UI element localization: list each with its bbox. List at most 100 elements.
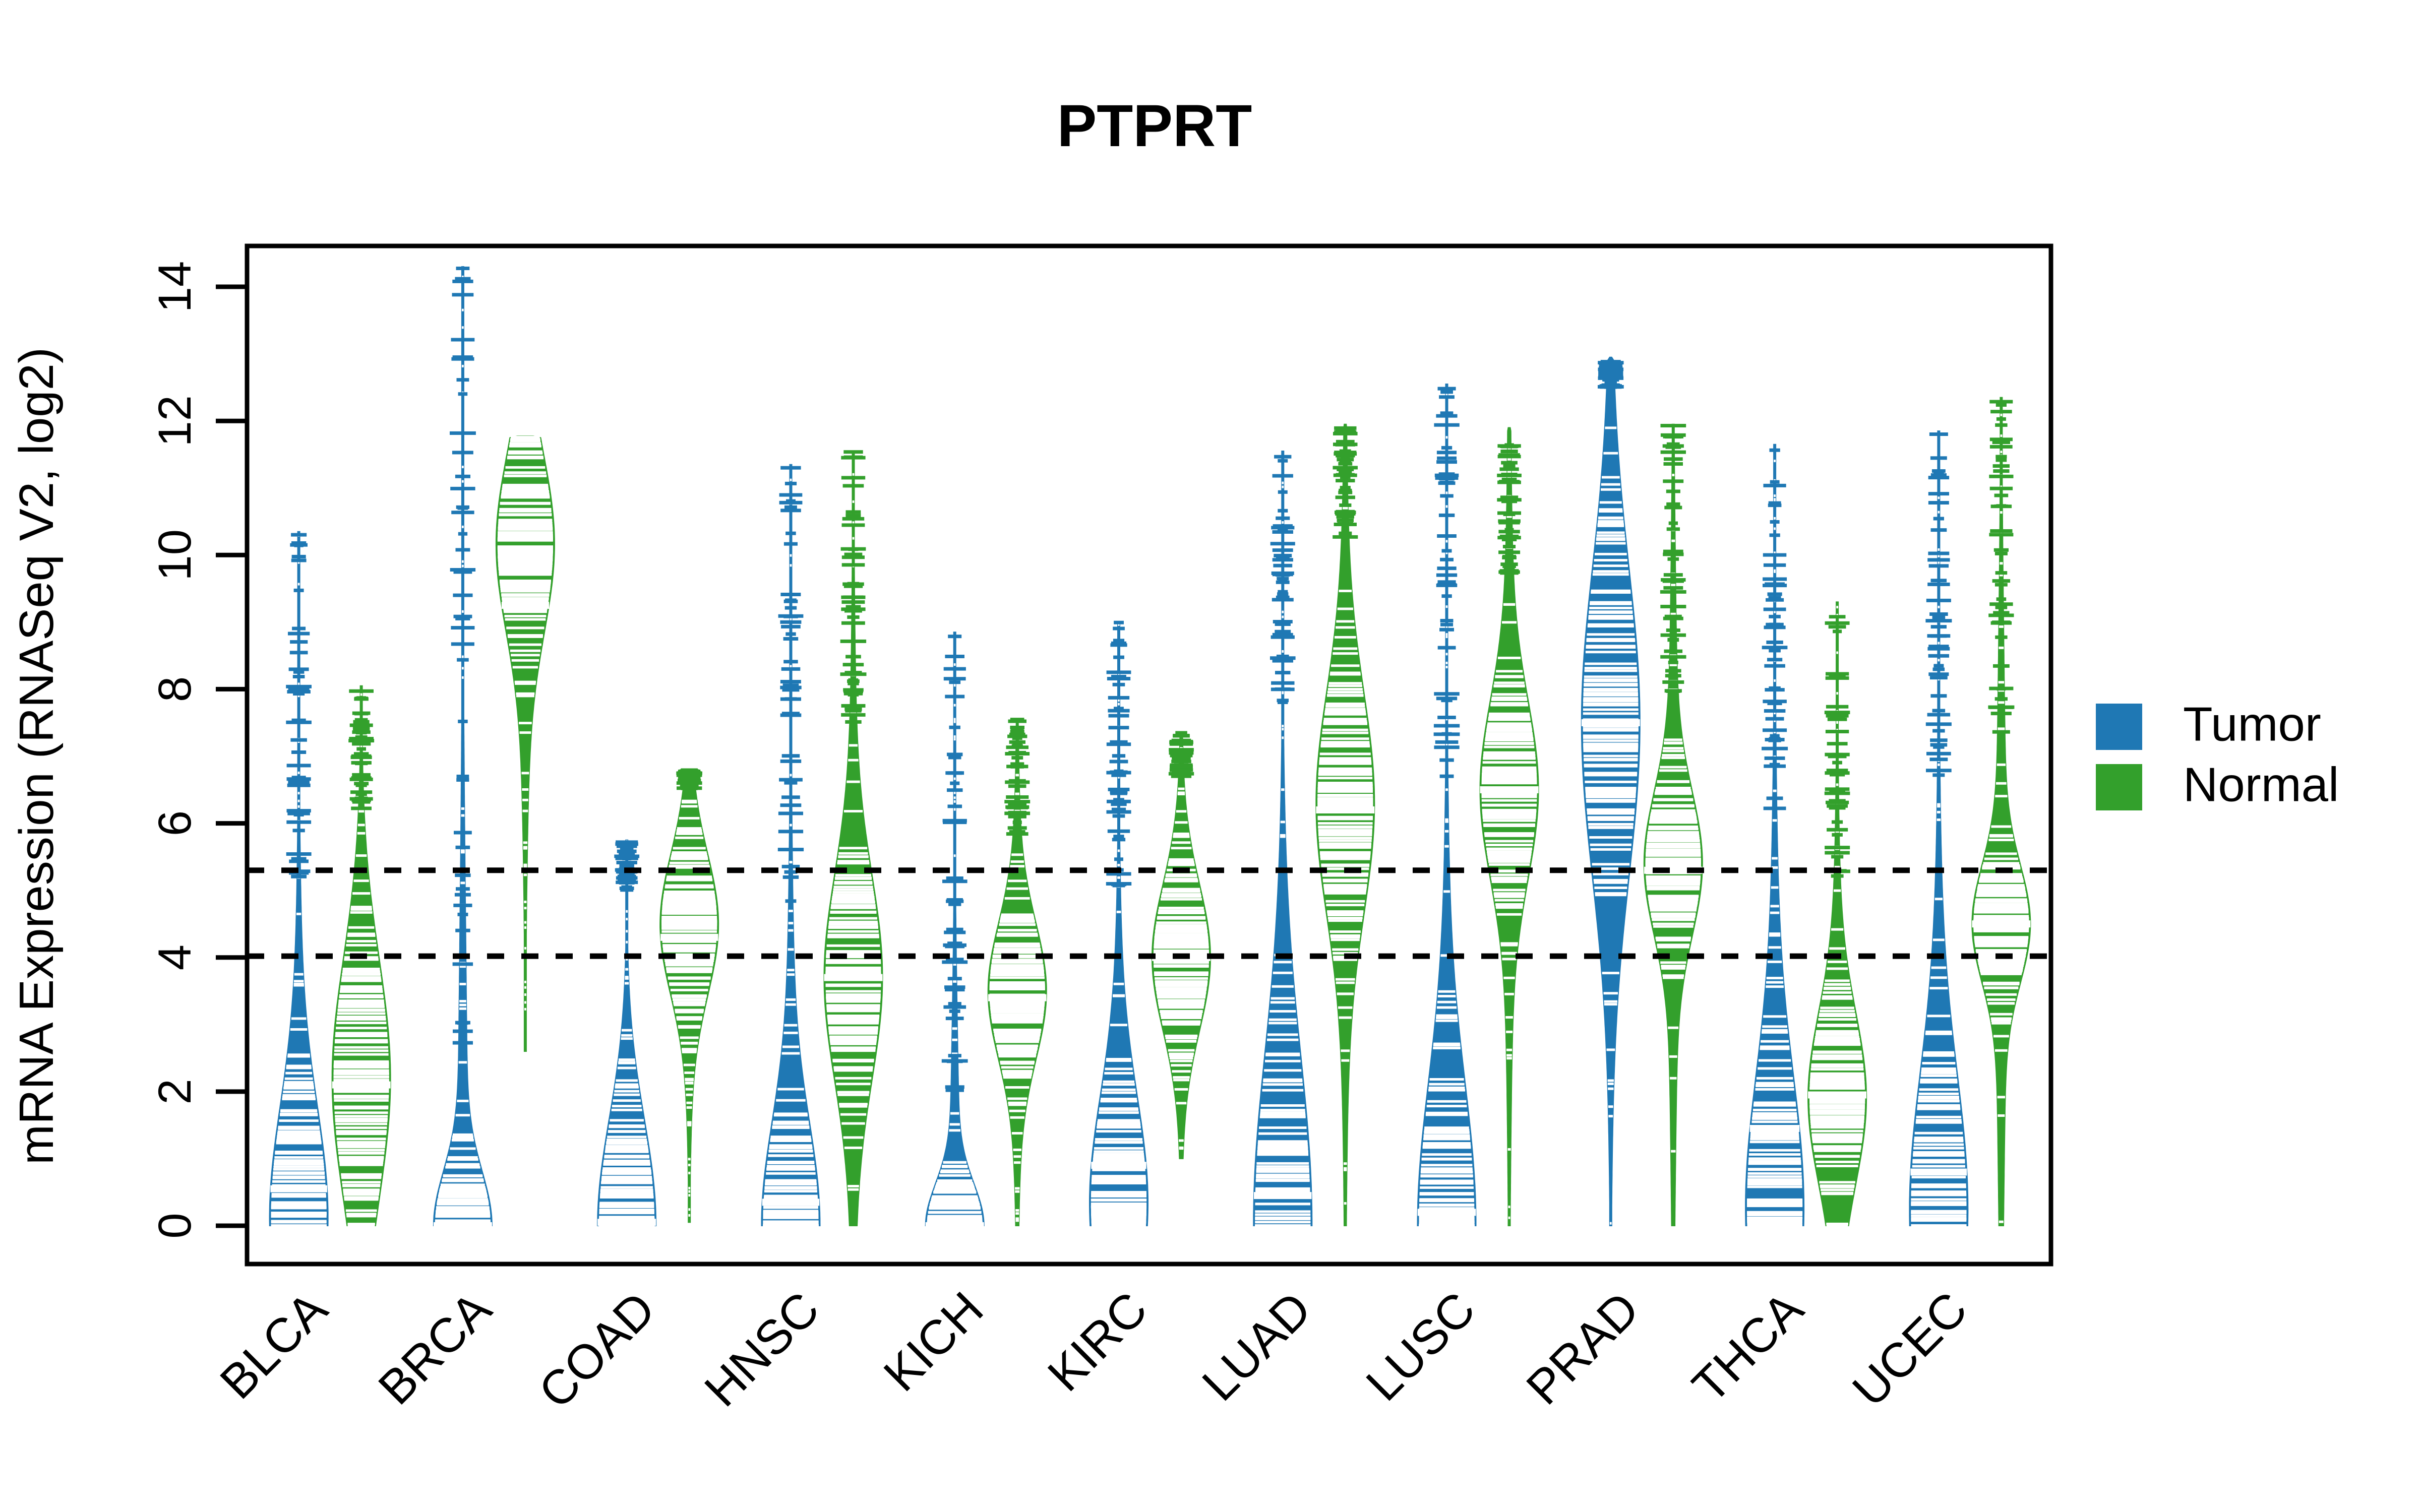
sample-row <box>1649 901 1698 904</box>
outlier-sample <box>1437 456 1457 460</box>
sample-row <box>1269 1010 1296 1013</box>
sample-row <box>1154 942 1209 946</box>
outlier-sample <box>845 510 861 514</box>
outlier-sample <box>1763 577 1787 581</box>
sample-row <box>843 1136 864 1139</box>
sample-row <box>1177 791 1185 794</box>
sample-row <box>1015 792 1019 795</box>
sample-row <box>829 917 877 920</box>
sample-row <box>1648 825 1698 828</box>
sample-row <box>790 564 792 567</box>
sample-row <box>1319 845 1371 848</box>
sample-row <box>499 510 552 513</box>
outlier-sample <box>1171 742 1192 746</box>
sample-row <box>1508 1206 1510 1209</box>
outlier-sample <box>950 781 960 785</box>
sample-row <box>1604 1003 1617 1006</box>
sample-row <box>1156 987 1207 990</box>
median-marker <box>433 1222 492 1229</box>
outlier-sample <box>1339 503 1352 507</box>
sample-row <box>274 1156 323 1159</box>
sample-row <box>685 1088 693 1091</box>
sample-row <box>1811 1129 1863 1132</box>
sample-row <box>1758 1067 1792 1070</box>
outlier-sample <box>1009 740 1025 744</box>
sample-row <box>1323 884 1367 887</box>
median-marker <box>597 1219 656 1226</box>
sample-row <box>1256 1162 1309 1165</box>
legend-swatch-normal[interactable] <box>2096 764 2142 810</box>
outlier-sample <box>1604 385 1617 389</box>
sample-row <box>1836 692 1838 695</box>
outlier-sample <box>842 484 864 488</box>
outlier-sample <box>1502 545 1516 548</box>
outlier-sample <box>781 624 801 628</box>
sample-row <box>670 988 708 991</box>
sample-row <box>1918 1097 1959 1100</box>
sample-row <box>837 1091 870 1094</box>
sample-row <box>996 1044 1039 1047</box>
outlier-sample <box>452 962 473 966</box>
outlier-sample <box>453 1029 473 1033</box>
sample-row <box>1318 822 1373 825</box>
sample-row <box>1913 1143 1964 1146</box>
outlier-sample <box>456 775 469 778</box>
sample-row <box>1583 708 1639 711</box>
sample-row <box>835 1077 872 1080</box>
sample-row <box>1987 1002 2015 1005</box>
sample-row <box>1482 803 1537 806</box>
sample-row <box>1598 517 1623 520</box>
sample-row <box>682 1050 697 1053</box>
sample-row <box>1097 1121 1140 1124</box>
outlier-sample <box>948 635 962 639</box>
sample-row <box>1173 1076 1190 1079</box>
outlier-sample <box>841 704 866 708</box>
sample-row <box>1583 754 1638 758</box>
sample-row <box>1585 662 1637 665</box>
sample-row <box>1154 946 1209 949</box>
outlier-sample <box>1333 466 1358 470</box>
sample-row <box>1911 1193 1967 1196</box>
outlier-sample <box>1008 814 1026 818</box>
sample-row <box>1002 1069 1033 1073</box>
sample-row <box>497 546 553 549</box>
sample-row <box>831 1048 876 1051</box>
sample-row <box>1421 1169 1473 1172</box>
sample-row <box>1117 849 1120 852</box>
sample-row <box>1490 873 1528 876</box>
sample-row <box>1810 1068 1864 1071</box>
sample-row <box>763 1206 818 1209</box>
sample-row <box>1493 889 1526 892</box>
outlier-sample <box>453 614 472 618</box>
sample-row <box>1173 1079 1189 1082</box>
outlier-sample <box>782 875 799 879</box>
outlier-sample <box>678 775 701 779</box>
sample-row <box>1001 1066 1034 1069</box>
sample-row <box>1426 1112 1468 1115</box>
sample-row <box>601 1181 652 1184</box>
sample-row <box>342 973 381 976</box>
outlier-sample <box>948 902 961 906</box>
sample-row <box>599 1203 654 1206</box>
sample-row <box>1812 1051 1862 1054</box>
sample-row <box>1585 780 1637 783</box>
sample-row <box>1156 991 1206 993</box>
sample-row <box>1103 1083 1135 1086</box>
sample-row <box>670 861 709 864</box>
sample-row <box>1651 915 1696 918</box>
sample-row <box>1650 908 1697 911</box>
sample-row <box>294 973 304 976</box>
sample-row <box>626 930 628 933</box>
legend-swatch-tumor[interactable] <box>2096 704 2142 750</box>
sample-row <box>1583 729 1639 732</box>
outlier-sample <box>1826 769 1848 773</box>
sample-row <box>1937 805 1941 808</box>
sample-row <box>767 1161 815 1163</box>
outlier-sample <box>680 778 698 782</box>
sample-row <box>786 973 795 976</box>
sample-row <box>681 1041 698 1044</box>
outlier-sample <box>1832 820 1843 824</box>
sample-row <box>1653 925 1693 928</box>
sample-row <box>1000 917 1035 920</box>
sample-row <box>936 1182 973 1184</box>
